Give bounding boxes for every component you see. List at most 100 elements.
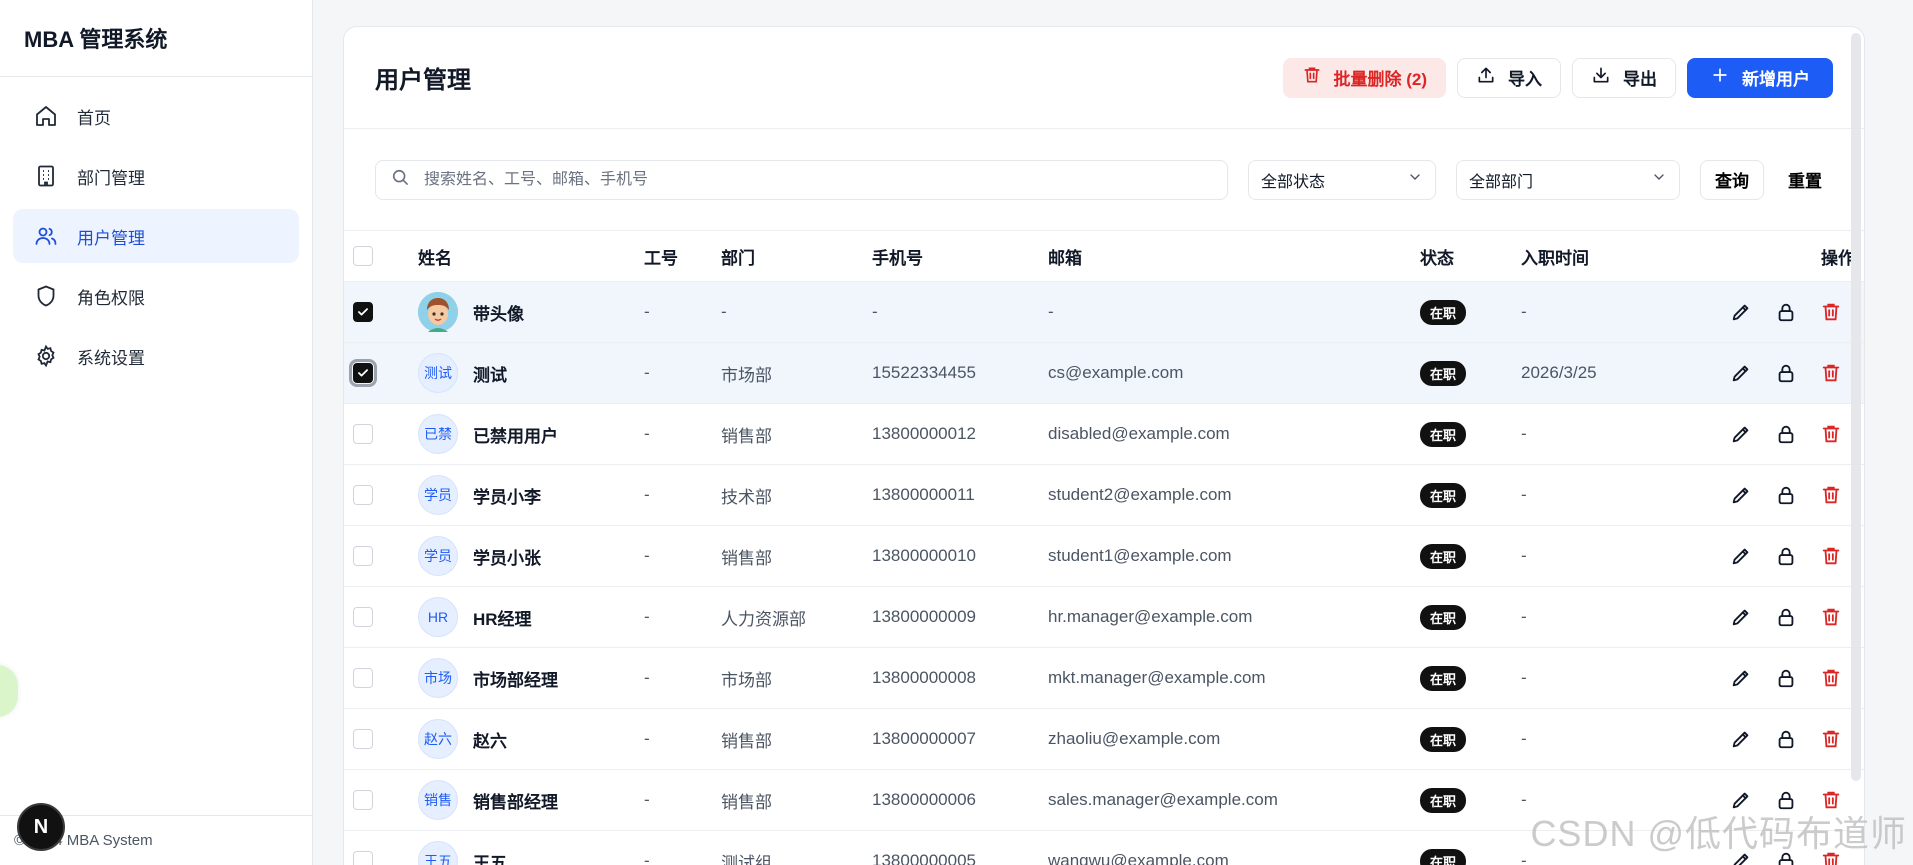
- row-checkbox[interactable]: [353, 790, 373, 810]
- download-icon: [1591, 65, 1611, 90]
- row-checkbox[interactable]: [353, 729, 373, 749]
- add-user-label: 新增用户: [1742, 70, 1810, 89]
- query-button[interactable]: 查询: [1700, 159, 1764, 200]
- table-row[interactable]: 市场 市场部经理 - 市场部 13800000008 mkt.manager@exampl…: [344, 648, 1864, 709]
- table-row[interactable]: 带头像 - - - - 在职 -: [344, 282, 1864, 343]
- sidebar-item-label: 首页: [77, 108, 111, 128]
- sidebar-item-home[interactable]: 首页: [13, 89, 299, 143]
- reset-button[interactable]: 重置: [1784, 160, 1826, 200]
- row-select-cell: [353, 709, 375, 769]
- dev-tools-badge[interactable]: N: [17, 803, 65, 851]
- users-icon: [33, 223, 59, 249]
- sidebar-item-departments[interactable]: 部门管理: [13, 149, 299, 203]
- email: disabled@example.com: [1048, 424, 1230, 443]
- edit-button[interactable]: [1718, 484, 1763, 506]
- department: 销售部: [721, 548, 772, 568]
- delete-button[interactable]: [1808, 301, 1853, 323]
- row-checkbox[interactable]: [349, 359, 377, 387]
- delete-button[interactable]: [1808, 362, 1853, 384]
- row-checkbox[interactable]: [353, 851, 373, 865]
- row-checkbox[interactable]: [353, 424, 373, 444]
- select-all-checkbox[interactable]: [353, 246, 373, 266]
- sidebar-item-settings[interactable]: 系统设置: [13, 329, 299, 383]
- table-row[interactable]: 赵六 赵六 - 销售部 13800000007 zhaoliu@example.com 在职…: [344, 709, 1864, 770]
- edit-button[interactable]: [1718, 301, 1763, 323]
- row-actions: [1517, 343, 1853, 403]
- delete-button[interactable]: [1808, 545, 1853, 567]
- lock-button[interactable]: [1763, 545, 1808, 567]
- name-cell: 已禁 已禁用用户: [418, 404, 558, 464]
- delete-button[interactable]: [1808, 484, 1853, 506]
- pencil-icon: [1730, 423, 1752, 445]
- row-checkbox[interactable]: [353, 546, 373, 566]
- delete-button[interactable]: [1808, 423, 1853, 445]
- status-cell: 在职: [1420, 648, 1467, 708]
- user-name: 学员小李: [473, 487, 541, 507]
- employee-id: -: [644, 607, 650, 626]
- delete-button[interactable]: [1808, 667, 1853, 689]
- row-select-cell: [349, 343, 377, 403]
- row-checkbox[interactable]: [353, 668, 373, 688]
- gear-icon: [33, 343, 59, 369]
- row-checkbox[interactable]: [353, 485, 373, 505]
- batch-delete-label: 批量删除 (2): [1333, 70, 1428, 89]
- edit-button[interactable]: [1718, 362, 1763, 384]
- table-row[interactable]: HR HR经理 - 人力资源部 13800000009 hr.manager@exampl…: [344, 587, 1864, 648]
- table-row[interactable]: 学员 学员小张 - 销售部 13800000010 student1@example.co…: [344, 526, 1864, 587]
- lock-button[interactable]: [1763, 484, 1808, 506]
- edit-button[interactable]: [1718, 606, 1763, 628]
- avatar: 王五: [418, 841, 458, 865]
- home-icon: [33, 103, 59, 129]
- header-name: 姓名: [418, 248, 452, 268]
- upload-icon: [1476, 65, 1496, 90]
- row-checkbox[interactable]: [353, 607, 373, 627]
- delete-button[interactable]: [1808, 606, 1853, 628]
- check-icon: [356, 305, 370, 319]
- import-button[interactable]: 导入: [1457, 57, 1561, 98]
- department-select[interactable]: 全部部门: [1456, 159, 1680, 200]
- add-user-button[interactable]: 新增用户: [1687, 57, 1833, 98]
- department: 测试组: [721, 853, 772, 865]
- sidebar-item-users[interactable]: 用户管理: [13, 209, 299, 263]
- edit-button[interactable]: [1718, 728, 1763, 750]
- table-row[interactable]: 学员 学员小李 - 技术部 13800000011 student2@example.co…: [344, 465, 1864, 526]
- table-row[interactable]: 测试 测试 - 市场部 15522334455 cs@example.com 在职 2026/…: [344, 343, 1864, 404]
- pencil-icon: [1730, 728, 1752, 750]
- header-employee-id: 工号: [644, 248, 678, 268]
- row-checkbox[interactable]: [353, 302, 373, 322]
- lock-button[interactable]: [1763, 362, 1808, 384]
- table-body: 带头像 - - - - 在职 - 测试 测试 - 市场部 15522334455 cs@example.…: [344, 282, 1864, 865]
- lock-button[interactable]: [1763, 728, 1808, 750]
- email: sales.manager@example.com: [1048, 790, 1278, 809]
- delete-button[interactable]: [1808, 728, 1853, 750]
- trash-icon: [1820, 606, 1842, 628]
- table-row[interactable]: 已禁 已禁用用户 - 销售部 13800000012 disabled@example.c…: [344, 404, 1864, 465]
- export-button[interactable]: 导出: [1572, 57, 1676, 98]
- row-select-cell: [353, 404, 375, 464]
- lock-button[interactable]: [1763, 423, 1808, 445]
- edit-button[interactable]: [1718, 423, 1763, 445]
- name-cell: 赵六 赵六: [418, 709, 507, 769]
- header-status: 状态: [1420, 248, 1454, 268]
- avatar: HR: [418, 597, 458, 637]
- row-select-cell: [353, 465, 375, 525]
- phone: -: [872, 302, 878, 321]
- chevron-down-icon: [1407, 169, 1423, 190]
- edit-button[interactable]: [1718, 667, 1763, 689]
- edit-button[interactable]: [1718, 545, 1763, 567]
- user-name: HR经理: [473, 609, 532, 629]
- user-name: 王五: [473, 853, 507, 865]
- employee-id: -: [644, 302, 650, 321]
- status-select[interactable]: 全部状态: [1248, 159, 1436, 200]
- search-input[interactable]: [424, 170, 1213, 189]
- scrollbar[interactable]: [1851, 33, 1861, 781]
- lock-button[interactable]: [1763, 606, 1808, 628]
- lock-button[interactable]: [1763, 301, 1808, 323]
- lock-button[interactable]: [1763, 667, 1808, 689]
- trash-icon: [1820, 728, 1842, 750]
- chevron-down-icon: [1651, 169, 1667, 190]
- status-cell: 在职: [1420, 587, 1467, 647]
- batch-delete-button[interactable]: 批量删除 (2): [1282, 57, 1446, 98]
- sidebar-item-roles[interactable]: 角色权限: [13, 269, 299, 323]
- email: zhaoliu@example.com: [1048, 729, 1221, 748]
